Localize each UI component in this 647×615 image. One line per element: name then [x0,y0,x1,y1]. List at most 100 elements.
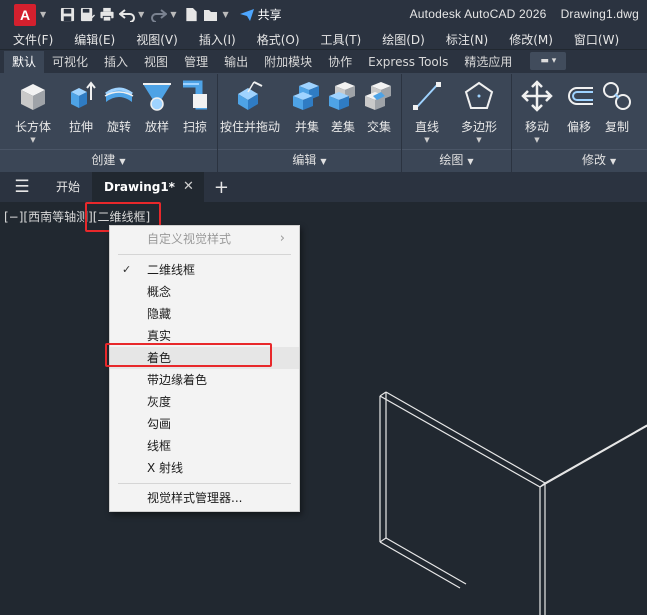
menu-view[interactable]: 视图(V) [123,31,186,48]
share-label: 共享 [257,8,282,22]
chevron-down-icon: ▼ [119,157,126,166]
presspull-button[interactable]: 按住并拖动 [220,80,280,135]
app-menu-caret-icon[interactable]: ▼ [40,10,46,19]
file-name: Drawing1.dwg [560,7,639,21]
drawing-tab-label: Drawing1* [104,180,175,194]
line-button[interactable]: 直线 ▼ [404,80,450,144]
check-icon: ✓ [122,263,132,276]
group-separator [512,149,647,150]
copy-button[interactable]: 复制 [594,80,640,135]
menu-item-2d-wireframe[interactable]: ✓ 二维线框 [110,259,299,281]
wireframe-model [379,391,647,615]
ribbon-panel: 长方体 ▼ 拉伸 旋转 放样 扫掠 创建 ▼ 按住并拖动 并集 差集 交集 编辑… [0,74,647,172]
menu-modify[interactable]: 修改(M) [496,31,561,48]
quick-access-toolbar: ▼ ▼ ▼ 共享 [58,4,282,26]
menu-item-shades-of-gray[interactable]: 灰度 [110,391,299,413]
menu-item-conceptual[interactable]: 概念 [110,281,299,303]
menu-file[interactable]: 文件(F) [0,31,61,48]
undo-icon[interactable] [118,4,136,26]
tab-express-tools[interactable]: Express Tools [360,51,456,73]
line-dropdown-icon[interactable]: ▼ [424,136,429,144]
print-icon[interactable] [98,4,116,26]
chevron-down-icon: ▼ [467,157,474,166]
hamburger-menu-icon[interactable]: ☰ [0,177,44,197]
title-bar: A ▼ ▼ ▼ ▼ 共享 Autodesk AutoCAD 2026 Drawi… [0,0,647,29]
new-file-icon[interactable] [182,4,200,26]
menu-item-hidden[interactable]: 隐藏 [110,303,299,325]
menu-item-sketchy[interactable]: 勾画 [110,413,299,435]
save-icon[interactable] [58,4,76,26]
menu-insert[interactable]: 插入(I) [186,31,244,48]
app-logo[interactable]: A [14,3,36,26]
tab-drawing1[interactable]: Drawing1* ✕ [92,172,204,202]
visual-style-menu: 自定义视觉样式 › ✓ 二维线框 概念 隐藏 真实 着色 带边缘着色 灰度 勾画… [109,225,300,512]
save-as-icon[interactable] [78,4,96,26]
tab-addins[interactable]: 附加模块 [256,51,320,73]
tab-start[interactable]: 开始 [44,172,92,202]
menu-divider [118,483,291,484]
ribbon-tabs: 默认 可视化 插入 视图 管理 输出 附加模块 协作 Express Tools… [0,50,647,74]
menu-divider [118,254,291,255]
chevron-down-icon: ▼ [320,157,327,166]
tab-view[interactable]: 视图 [136,51,176,73]
product-name: Autodesk AutoCAD 2026 [409,7,547,21]
menu-tools[interactable]: 工具(T) [308,31,370,48]
menu-dimension[interactable]: 标注(N) [433,31,496,48]
tab-insert[interactable]: 插入 [96,51,136,73]
group-modify: 移动 ▼ 偏移 复制 修改 ▼ [512,74,647,172]
open-folder-icon[interactable] [202,4,220,26]
close-icon[interactable]: ✕ [183,172,194,202]
ribbon-display-toggle-icon[interactable]: ▬ ▾ [530,52,567,70]
redo-icon[interactable] [150,4,168,26]
menu-item-shaded-with-edges[interactable]: 带边缘着色 [110,369,299,391]
new-tab-plus-icon[interactable]: + [214,177,229,198]
tab-output[interactable]: 输出 [216,51,256,73]
intersect-button[interactable]: 交集 [356,80,402,135]
menu-window[interactable]: 窗口(W) [561,31,627,48]
intersect-icon [363,80,395,112]
subtract-icon [327,80,359,112]
menu-format[interactable]: 格式(O) [244,31,308,48]
tab-manage[interactable]: 管理 [176,51,216,73]
shaded-highlight-box [105,343,272,367]
menu-item-visual-styles-manager[interactable]: 视觉样式管理器... [110,487,299,509]
group-separator [218,149,401,150]
sweep-button[interactable]: 扫掠 [172,80,218,135]
chevron-down-icon: ▼ [610,157,617,166]
move-button[interactable]: 移动 ▼ [514,80,560,144]
redo-dropdown-icon[interactable]: ▼ [170,10,176,19]
polygon-button[interactable]: 多边形 ▼ [456,80,502,144]
tab-collaborate[interactable]: 协作 [320,51,360,73]
box-button[interactable]: 长方体 ▼ [10,80,56,144]
open-dropdown-icon[interactable]: ▼ [222,10,228,19]
tab-visualize[interactable]: 可视化 [44,51,96,73]
group-draw-title[interactable]: 绘图 ▼ [402,151,511,168]
sweep-icon [179,80,211,112]
menu-item-x-ray[interactable]: X 射线 [110,457,299,479]
custom-visual-style-item[interactable]: 自定义视觉样式 › [110,228,299,250]
submenu-arrow-icon: › [279,231,285,246]
share-button[interactable]: 共享 [239,6,282,23]
revolve-icon [103,80,135,112]
menu-draw[interactable]: 绘图(D) [369,31,433,48]
group-edit-title[interactable]: 编辑 ▼ [218,151,401,168]
loft-icon [141,80,173,112]
group-modify-title[interactable]: 修改 ▼ [582,151,647,168]
tab-featured-apps[interactable]: 精选应用 [456,51,520,73]
box-dropdown-icon[interactable]: ▼ [30,136,35,144]
box-icon [17,80,49,112]
polygon-dropdown-icon[interactable]: ▼ [476,136,481,144]
move-dropdown-icon[interactable]: ▼ [534,136,539,144]
move-icon [521,80,553,112]
menu-edit[interactable]: 编辑(E) [61,31,123,48]
menu-bar: 文件(F) 编辑(E) 视图(V) 插入(I) 格式(O) 工具(T) 绘图(D… [0,29,647,49]
menu-item-wireframe[interactable]: 线框 [110,435,299,457]
undo-dropdown-icon[interactable]: ▼ [138,10,144,19]
tab-home[interactable]: 默认 [4,51,45,73]
share-icon [239,8,255,22]
union-icon [291,80,323,112]
group-edit: 按住并拖动 并集 差集 交集 编辑 ▼ [218,74,402,172]
drawing-viewport[interactable]: [−][西南等轴测][二维线框] [0,202,647,615]
copy-icon [601,80,633,112]
group-create-title[interactable]: 创建 ▼ [0,151,217,168]
